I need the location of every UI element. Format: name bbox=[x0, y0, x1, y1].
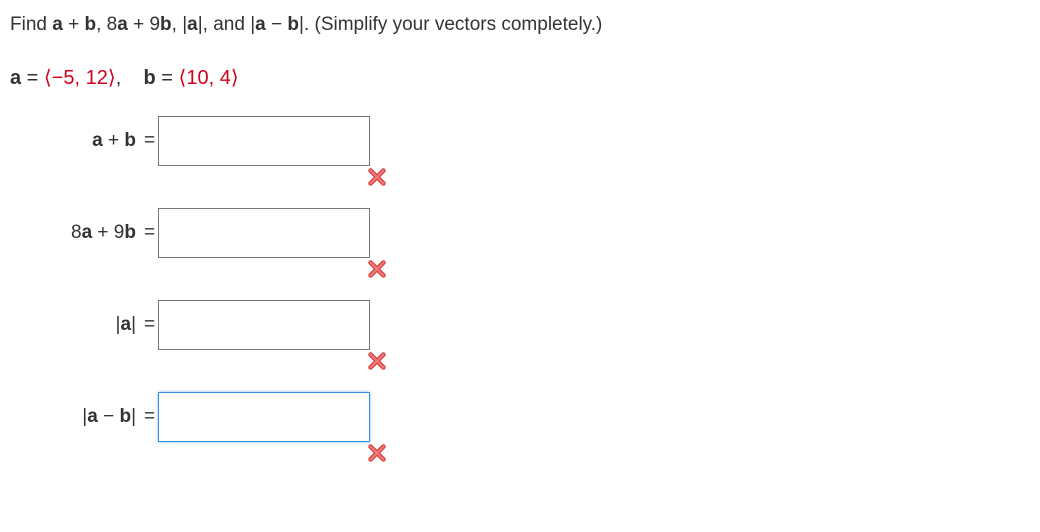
var-b: b bbox=[84, 14, 96, 35]
incorrect-icon bbox=[366, 258, 388, 280]
x-icon bbox=[366, 166, 388, 188]
given-values: a = −5, 12, b = 10, 4 bbox=[10, 65, 1030, 90]
row-label: |a| bbox=[10, 314, 136, 336]
input-cell bbox=[158, 392, 370, 442]
incorrect-icon bbox=[366, 442, 388, 464]
equals-sign: = bbox=[136, 406, 158, 428]
given-b-label: b bbox=[144, 67, 156, 89]
answer-input-mag-a[interactable] bbox=[158, 300, 370, 350]
answer-rows: a + b = 8a + 9b = bbox=[10, 116, 1030, 442]
answer-row-a-plus-b: a + b = bbox=[10, 116, 1030, 166]
answer-row-mag-a-minus-b: |a − b| = bbox=[10, 392, 1030, 442]
equals-sign: = bbox=[136, 314, 158, 336]
answer-input-mag-a-minus-b[interactable] bbox=[158, 392, 370, 442]
x-icon bbox=[366, 258, 388, 280]
input-cell bbox=[158, 208, 370, 258]
var-b: b bbox=[160, 14, 172, 35]
incorrect-icon bbox=[366, 166, 388, 188]
question-text: Find a + b, 8a + 9b, |a|, and |a − b|. (… bbox=[10, 12, 1030, 39]
answer-row-mag-a: |a| = bbox=[10, 300, 1030, 350]
question-suffix: . (Simplify your vectors completely.) bbox=[304, 14, 602, 35]
row-label: a + b bbox=[10, 130, 136, 152]
equals-sign: = bbox=[136, 130, 158, 152]
var-a: a bbox=[255, 14, 266, 35]
answer-input-a-plus-b[interactable] bbox=[158, 116, 370, 166]
x-icon bbox=[366, 442, 388, 464]
row-label: 8a + 9b bbox=[10, 222, 136, 244]
x-icon bbox=[366, 350, 388, 372]
given-a-coord: −5, 12 bbox=[44, 67, 116, 89]
given-a-label: a bbox=[10, 67, 21, 89]
row-label: |a − b| bbox=[10, 406, 136, 428]
var-a: a bbox=[52, 14, 63, 35]
var-a: a bbox=[187, 14, 198, 35]
given-b-coord: 10, 4 bbox=[179, 67, 239, 89]
input-cell bbox=[158, 300, 370, 350]
var-a: a bbox=[117, 14, 128, 35]
input-cell bbox=[158, 116, 370, 166]
question-prefix: Find bbox=[10, 14, 52, 35]
incorrect-icon bbox=[366, 350, 388, 372]
equals-sign: = bbox=[136, 222, 158, 244]
var-b: b bbox=[287, 14, 299, 35]
answer-row-8a-9b: 8a + 9b = bbox=[10, 208, 1030, 258]
answer-input-8a-9b[interactable] bbox=[158, 208, 370, 258]
